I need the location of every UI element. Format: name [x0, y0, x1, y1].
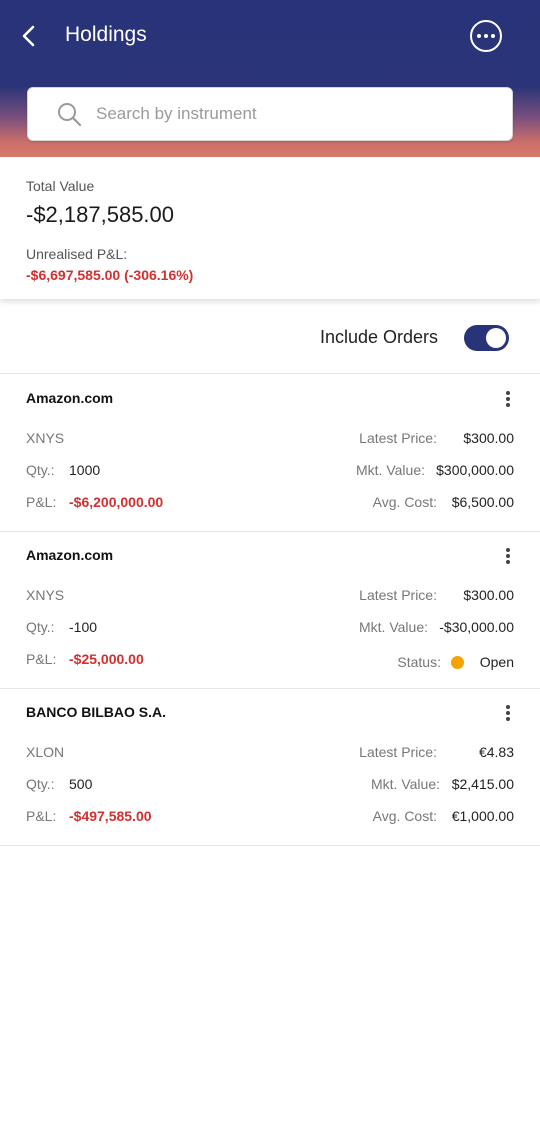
back-button[interactable]: [14, 21, 44, 51]
mkt-value-value: $300,000.00: [436, 462, 514, 478]
header: Holdings Search by instrument: [0, 0, 540, 157]
qty-value: -100: [69, 619, 98, 635]
latest-price-label: Latest Price:: [359, 744, 437, 760]
mkt-value-value: $2,415.00: [451, 776, 514, 792]
latest-price-label: Latest Price:: [359, 430, 437, 446]
pnl-label: P&L:: [26, 494, 57, 510]
toggle-knob: [486, 328, 506, 348]
instrument-name: Amazon.com: [26, 390, 114, 406]
total-value-label: Total Value: [26, 178, 95, 194]
more-options-icon: [477, 34, 481, 38]
exchange: XNYS: [26, 430, 65, 446]
qty-label: Qty.:: [26, 462, 55, 478]
holding-card[interactable]: Amazon.com XNYS Qty.: 1000 P&L: -$6,200,…: [0, 375, 540, 532]
more-options-button[interactable]: [470, 20, 502, 52]
include-orders-label: Include Orders: [319, 327, 438, 347]
status-label: Status:: [397, 654, 441, 670]
unrealised-pnl-value: -$6,697,585.00 (-306.16%): [26, 267, 194, 283]
mkt-value-value: -$30,000.00: [439, 619, 514, 635]
kebab-menu-icon[interactable]: [500, 546, 516, 566]
mkt-value-label: Mkt. Value:: [371, 776, 440, 792]
portfolio-summary: Total Value -$2,187,585.00 Unrealised P&…: [0, 157, 540, 299]
more-options-icon-dot: [491, 34, 495, 38]
unrealised-pnl-label: Unrealised P&L:: [26, 246, 128, 262]
avg-cost-value: €1,000.00: [451, 808, 514, 824]
pnl-label: P&L:: [26, 651, 57, 667]
avg-cost-label: Avg. Cost:: [372, 808, 437, 824]
page-title: Holdings: [65, 23, 147, 46]
search-placeholder: Search by instrument: [96, 104, 257, 123]
qty-value: 1000: [69, 462, 101, 478]
instrument-name: BANCO BILBAO S.A.: [26, 704, 166, 720]
holding-card[interactable]: BANCO BILBAO S.A. XLON Qty.: 500 P&L: -$…: [0, 689, 540, 846]
status-value: Open: [479, 654, 514, 670]
latest-price-value: $300.00: [463, 587, 514, 603]
latest-price-value: €4.83: [478, 744, 514, 760]
include-orders-row: Include Orders: [0, 300, 540, 374]
pnl-value: -$497,585.00: [69, 808, 152, 824]
avg-cost-value: $6,500.00: [451, 494, 514, 510]
back-arrow-icon: [22, 25, 35, 47]
kebab-menu-icon[interactable]: [500, 389, 516, 409]
avg-cost-label: Avg. Cost:: [372, 494, 437, 510]
exchange: XLON: [26, 744, 65, 760]
holding-card[interactable]: Amazon.com XNYS Qty.: -100 P&L: -$25,000…: [0, 532, 540, 689]
kebab-menu-icon[interactable]: [500, 703, 516, 723]
pnl-label: P&L:: [26, 808, 57, 824]
latest-price-value: $300.00: [463, 430, 514, 446]
qty-label: Qty.:: [26, 619, 55, 635]
qty-label: Qty.:: [26, 776, 55, 792]
mkt-value-label: Mkt. Value:: [356, 462, 425, 478]
mkt-value-label: Mkt. Value:: [359, 619, 428, 635]
pnl-value: -$25,000.00: [69, 651, 144, 667]
latest-price-label: Latest Price:: [359, 587, 437, 603]
more-options-icon-dot: [484, 34, 488, 38]
status-indicator: [451, 656, 464, 669]
instrument-name: Amazon.com: [26, 547, 114, 563]
search-icon: [58, 103, 82, 127]
search-input[interactable]: Search by instrument: [27, 87, 513, 141]
pnl-value: -$6,200,000.00: [69, 494, 164, 510]
include-orders-toggle[interactable]: [464, 325, 509, 351]
qty-value: 500: [69, 776, 93, 792]
exchange: XNYS: [26, 587, 65, 603]
total-value: -$2,187,585.00: [26, 202, 175, 227]
